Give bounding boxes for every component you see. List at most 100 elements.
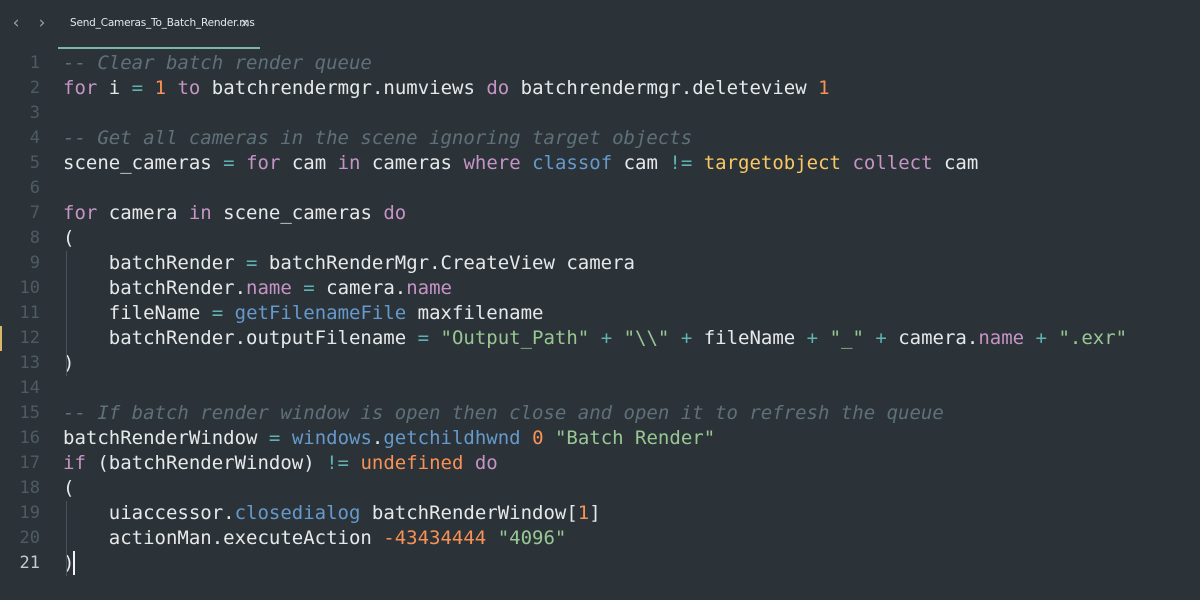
code-token: batchRender.outputFilename <box>63 327 418 349</box>
code-token: for <box>63 77 98 99</box>
code-token: camera. <box>886 327 979 349</box>
text-caret <box>73 551 75 575</box>
line-number: 7 <box>29 203 40 223</box>
code-token: ".exr" <box>1058 327 1128 349</box>
code-token: name <box>246 277 292 299</box>
code-token: cameras <box>360 152 464 174</box>
code-line[interactable]: for camera in scene_cameras do <box>63 201 406 226</box>
code-token: for <box>63 202 98 224</box>
line-number: 11 <box>19 303 40 323</box>
code-token: scene_cameras <box>211 202 384 224</box>
code-token: do <box>383 202 407 224</box>
line-number: 14 <box>19 378 40 398</box>
code-token: = <box>246 252 258 274</box>
code-token: i <box>97 77 132 99</box>
line-number: 12 <box>19 328 40 348</box>
code-token: undefined <box>360 452 464 474</box>
code-token: -- If batch render window is open then c… <box>63 402 944 424</box>
code-token: = <box>268 427 281 449</box>
code-token: + <box>806 327 819 349</box>
code-token: batchRenderWindow[ <box>360 502 578 524</box>
code-token: 1 <box>577 502 590 524</box>
tab-bar: ‹ › Send_Cameras_To_Batch_Render.ms × <box>0 0 1200 50</box>
line-number: 4 <box>29 128 40 148</box>
code-token: scene_cameras <box>63 152 224 174</box>
code-line[interactable]: -- Get all cameras in the scene ignoring… <box>63 126 692 151</box>
code-token: -- Get all cameras in the scene ignoring… <box>63 127 693 149</box>
code-token: do <box>474 452 498 474</box>
code-token: + <box>600 327 613 349</box>
code-token: fileName <box>692 327 807 349</box>
code-token: to <box>177 77 201 99</box>
code-line[interactable]: ( <box>63 226 74 251</box>
code-line[interactable]: for i = 1 to batchrendermgr.numviews do … <box>63 76 830 101</box>
active-tab-indicator <box>58 47 260 49</box>
code-token: -43434444 <box>383 527 487 549</box>
file-tab[interactable]: Send_Cameras_To_Batch_Render.ms × <box>58 9 260 49</box>
line-number: 13 <box>19 353 40 373</box>
line-number: 16 <box>19 428 40 448</box>
code-token: 1 <box>818 77 830 99</box>
code-line[interactable]: batchRender.name = camera.name <box>63 276 452 301</box>
code-token: name <box>978 327 1025 349</box>
code-token: ( <box>63 227 75 249</box>
line-number: 1 <box>29 53 40 73</box>
line-number: 8 <box>29 228 40 248</box>
code-line[interactable]: fileName = getFilenameFile maxfilename <box>63 301 544 326</box>
indent-guide <box>66 251 67 376</box>
line-number: 20 <box>19 528 40 548</box>
chevron-left-icon[interactable]: ‹ <box>9 13 23 33</box>
tab-title: Send_Cameras_To_Batch_Render.ms <box>70 17 255 29</box>
chevron-right-icon[interactable]: › <box>35 13 49 33</box>
code-line[interactable]: uiaccessor.closedialog batchRenderWindow… <box>63 501 601 526</box>
code-editor[interactable]: 1 2 3 4 5 6 7 8 9 10 11 12 13 14 15 16 17 18 19 20 21 -- Cle… <box>0 50 1200 600</box>
code-token: actionMan.executeAction <box>63 527 384 549</box>
code-line[interactable]: -- If batch render window is open then c… <box>63 401 944 426</box>
code-line[interactable]: batchRenderWindow = windows.getchildhwnd… <box>63 426 715 451</box>
code-line[interactable]: -- Clear batch render queue <box>63 51 372 76</box>
code-token: ] <box>589 502 601 524</box>
code-line[interactable]: scene_cameras = for cam in cameras where… <box>63 151 978 176</box>
code-token: for <box>246 152 281 174</box>
code-token: + <box>1035 327 1047 349</box>
code-line[interactable]: actionMan.executeAction -43434444 "4096" <box>63 526 567 551</box>
line-number: 17 <box>19 453 40 473</box>
code-token: != <box>326 452 349 474</box>
code-token: classof <box>532 152 613 174</box>
code-token: 0 <box>532 427 544 449</box>
code-line[interactable]: if (batchRenderWindow) != undefined do <box>63 451 498 476</box>
code-line[interactable]: batchRender.outputFilename = "Output_Pat… <box>63 326 1127 351</box>
code-token: + <box>875 327 887 349</box>
code-token: batchrendermgr.numviews <box>200 77 487 99</box>
code-token: batchrendermgr.deleteview <box>509 77 819 99</box>
code-token: = <box>223 152 235 174</box>
code-token: maxfilename <box>406 302 544 324</box>
code-token: cam <box>280 152 338 174</box>
line-number: 19 <box>19 503 40 523</box>
code-token: "4096" <box>497 527 567 549</box>
indent-guide <box>66 501 67 576</box>
code-token: ) <box>63 352 75 374</box>
code-token: 1 <box>154 77 167 99</box>
code-token: (batchRenderWindow) <box>85 452 327 474</box>
code-line[interactable]: batchRender = batchRenderMgr.CreateView … <box>63 251 635 276</box>
code-line[interactable]: ) <box>63 351 74 376</box>
code-token: targetobject <box>703 152 841 174</box>
code-line[interactable]: ( <box>63 476 74 501</box>
close-icon[interactable]: × <box>240 16 250 30</box>
